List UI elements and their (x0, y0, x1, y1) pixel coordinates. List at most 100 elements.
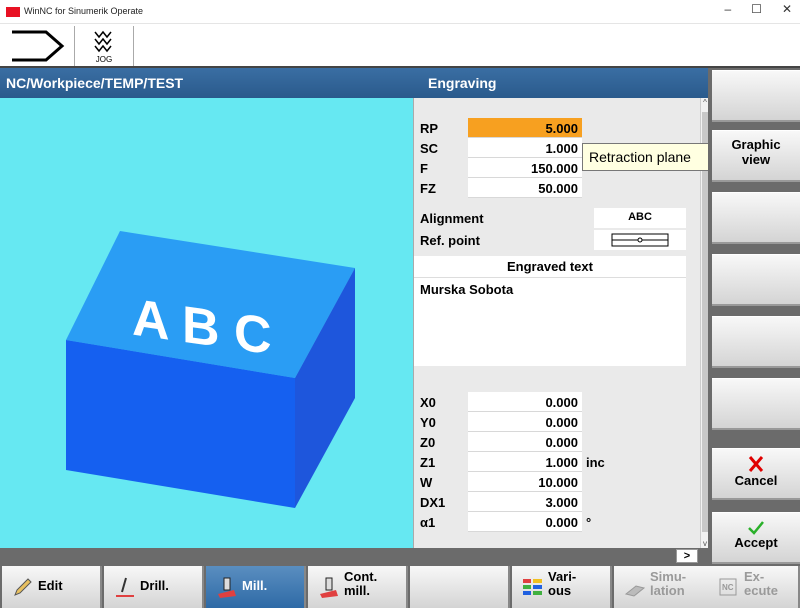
fz-row: FZ 50.000 (414, 178, 700, 198)
vertical-softkey-6[interactable] (712, 378, 800, 430)
accept-check-icon (748, 521, 764, 535)
refpoint-label: Ref. point (420, 233, 480, 248)
cancel-label: Cancel (734, 473, 778, 488)
vertical-softkey-1[interactable] (712, 70, 800, 122)
rp-row: RP 5.000 (414, 118, 700, 138)
refpoint-icon (611, 233, 669, 247)
fz-label: FZ (420, 181, 436, 196)
window-titlebar: WinNC for Sinumerik Operate – ☐ ✕ (0, 0, 800, 24)
mill-softkey[interactable]: Mill. (206, 566, 306, 608)
contour-mill-line1: Cont. (344, 569, 378, 584)
accept-label: Accept (734, 535, 778, 550)
f-field[interactable]: 150.000 (468, 158, 582, 178)
contour-mill-label: Cont. mill. (344, 570, 377, 598)
a1-unit: ° (586, 515, 592, 530)
a1-field[interactable]: 0.000 (468, 512, 582, 532)
a1-row: α1 0.000 ° (414, 512, 700, 532)
various-softkey[interactable]: Vari- ous (512, 566, 612, 608)
maximize-icon[interactable]: ☐ (751, 2, 762, 16)
mill-icon (218, 577, 236, 598)
drill-icon (116, 577, 134, 597)
rp-field[interactable]: 5.000 (468, 118, 582, 138)
accept-button[interactable]: Accept (712, 512, 800, 564)
minimize-icon[interactable]: – (724, 2, 731, 16)
execute-label: Ex- ecute (744, 570, 778, 598)
f-label: F (420, 161, 428, 176)
fz-field[interactable]: 50.000 (468, 178, 582, 198)
nc-execute-icon: NC (719, 578, 737, 596)
vertical-softkey-5[interactable] (712, 316, 800, 368)
window-title: WinNC for Sinumerik Operate (24, 6, 144, 16)
execute-softkey[interactable]: NC Ex- ecute (708, 566, 800, 608)
engraved-text-label: Engraved text (414, 256, 686, 278)
w-field[interactable]: 10.000 (468, 472, 582, 492)
app-logo-icon (6, 7, 20, 17)
x0-field[interactable]: 0.000 (468, 392, 582, 412)
jog-mode-button[interactable]: JOG (74, 26, 134, 66)
dx1-row: DX1 3.000 (414, 492, 700, 512)
machine-mode-icon[interactable] (10, 28, 66, 64)
more-softkeys-button[interactable]: > (676, 549, 698, 563)
workpiece-block: A B C (66, 231, 355, 508)
pencil-icon (14, 578, 32, 596)
jog-wave-icon (94, 30, 112, 53)
vertical-softkey-4[interactable] (712, 254, 800, 306)
z0-field[interactable]: 0.000 (468, 432, 582, 452)
close-icon[interactable]: ✕ (782, 2, 792, 16)
alignment-label: Alignment (420, 211, 484, 226)
drill-softkey[interactable]: Drill. (104, 566, 204, 608)
various-label: Vari- ous (548, 570, 576, 598)
alignment-row: Alignment ABC (414, 208, 700, 228)
execute-line1: Ex- (744, 569, 765, 584)
various-icon (523, 579, 542, 595)
z0-row: Z0 0.000 (414, 432, 700, 452)
edit-softkey[interactable]: Edit (2, 566, 102, 608)
svg-text:NC: NC (722, 583, 734, 592)
x0-row: X0 0.000 (414, 392, 700, 412)
mode-toolbar: JOG (0, 24, 800, 68)
window-controls: – ☐ ✕ (724, 2, 792, 16)
edit-label: Edit (38, 578, 63, 593)
y0-field[interactable]: 0.000 (468, 412, 582, 432)
simulation-line1: Simu- (650, 569, 687, 584)
simulation-line2: lation (650, 583, 685, 598)
z1-unit[interactable]: inc (586, 455, 605, 470)
execute-line2: ecute (744, 583, 778, 598)
various-line2: ous (548, 583, 572, 598)
contour-mill-line2: mill. (344, 583, 371, 598)
y0-row: Y0 0.000 (414, 412, 700, 432)
help-graphic: A B C (0, 98, 414, 548)
tooltip: Retraction plane (582, 143, 714, 171)
refpoint-row: Ref. point (414, 230, 700, 250)
cancel-x-icon (748, 456, 764, 472)
a1-label: α1 (420, 515, 436, 530)
z1-field[interactable]: 1.000 (468, 452, 582, 472)
z0-label: Z0 (420, 435, 436, 450)
graphic-view-line1: Graphic (731, 137, 781, 152)
engraved-text-field[interactable]: Murska Sobota (414, 278, 686, 366)
graphic-view-line2: view (741, 152, 771, 167)
cycle-title: Engraving (414, 68, 708, 98)
simulation-label: Simu- lation (650, 570, 686, 598)
refpoint-select[interactable] (594, 230, 686, 250)
vertical-softkey-3[interactable] (712, 192, 800, 244)
z1-label: Z1 (420, 455, 436, 470)
cancel-button[interactable]: Cancel (712, 448, 800, 500)
sc-field[interactable]: 1.000 (468, 138, 582, 158)
graphic-view-button[interactable]: Graphic view (712, 130, 800, 182)
alignment-select[interactable]: ABC (594, 208, 686, 228)
simulation-icon (624, 585, 646, 597)
drill-label: Drill. (140, 578, 169, 593)
mill-label: Mill. (242, 578, 268, 593)
contour-mill-icon (320, 577, 338, 598)
dx1-label: DX1 (420, 495, 446, 510)
dx1-field[interactable]: 3.000 (468, 492, 582, 512)
empty-softkey[interactable] (410, 566, 510, 608)
simulation-softkey[interactable]: Simu- lation (614, 566, 714, 608)
y0-label: Y0 (420, 415, 436, 430)
x0-label: X0 (420, 395, 436, 410)
z1-row: Z1 1.000 inc (414, 452, 700, 472)
jog-label: JOG (95, 55, 113, 64)
contour-mill-softkey[interactable]: Cont. mill. (308, 566, 408, 608)
rp-label: RP (420, 121, 439, 136)
